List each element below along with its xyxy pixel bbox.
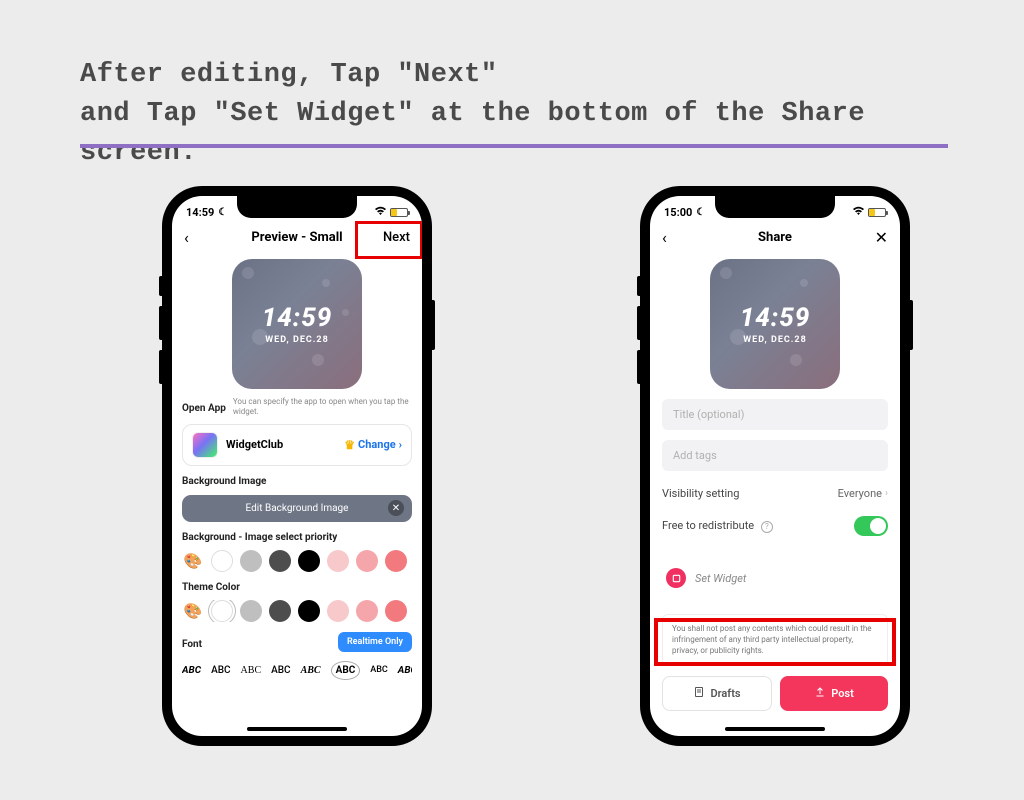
back-button[interactable]: ‹ [662,228,667,247]
help-icon[interactable]: ? [761,521,773,533]
clear-bg-button[interactable]: ✕ [388,500,404,516]
open-app-label: Open App [182,403,226,418]
nav-title: Preview - Small [251,230,342,245]
swatch-white[interactable] [211,600,233,622]
visibility-label: Visibility setting [662,487,739,500]
dnd-moon-icon: ☾ [696,207,705,218]
swatch-black[interactable] [298,550,320,572]
phone-preview: 14:59 ☾ ‹ Preview - Small Next 14:59 [162,186,432,746]
font-sample[interactable]: ABC [271,665,290,676]
drafts-button[interactable]: Drafts [662,676,772,711]
phone-notch [715,196,835,218]
swatch-pink1[interactable] [327,600,349,622]
bg-priority-label: Background - Image select priority [182,532,412,543]
set-widget-label: Set Widget [695,572,746,585]
font-sample[interactable]: ABC [182,665,201,676]
wifi-icon [374,206,387,219]
swatch-black[interactable] [298,600,320,622]
visibility-value: Everyone [838,487,882,500]
redistribute-toggle[interactable] [854,516,888,536]
palette-icon[interactable]: 🎨 [182,602,204,620]
swatch-pink3[interactable] [385,600,407,622]
instruction-heading: After editing, Tap "Next" and Tap "Set W… [80,56,944,173]
swatch-pink3[interactable] [385,550,407,572]
home-indicator[interactable] [725,727,825,731]
open-app-card[interactable]: WidgetClub ♛ Change › [182,424,412,466]
swatch-darkgrey[interactable] [269,600,291,622]
font-sample[interactable]: ABC [301,665,321,676]
font-sample-selected[interactable]: ABC [331,661,361,680]
edit-background-button[interactable]: Edit Background Image ✕ [182,495,412,522]
font-label: Font [182,639,202,650]
phone-side-button-right [432,300,435,350]
font-sample[interactable]: ABC [211,665,230,676]
app-name: WidgetClub [226,438,336,451]
home-indicator[interactable] [247,727,347,731]
drafts-label: Drafts [710,687,740,700]
swatch-white[interactable] [211,550,233,572]
bg-priority-swatches: 🎨 [182,550,412,572]
battery-icon [868,208,886,217]
status-time: 14:59 [186,206,214,219]
set-widget-icon [666,568,686,588]
swatch-lightgrey[interactable] [240,600,262,622]
edit-bg-text: Edit Background Image [246,503,349,514]
phone-side-buttons-left [637,276,640,394]
font-sample[interactable]: ABC [398,665,412,676]
visibility-row[interactable]: Visibility setting Everyone › [662,487,888,500]
title-input[interactable]: Title (optional) [662,399,888,430]
wifi-icon [852,206,865,219]
nav-bar: ‹ Share ✕ [650,222,900,255]
chevron-right-icon: › [399,438,402,451]
tags-input[interactable]: Add tags [662,440,888,471]
phone-notch [237,196,357,218]
post-button[interactable]: Post [780,676,888,711]
widget-bg-texture [232,259,362,389]
font-sample[interactable]: ABC [370,665,388,675]
swatch-darkgrey[interactable] [269,550,291,572]
change-button[interactable]: ♛ Change › [344,438,402,452]
phone-share: 15:00 ☾ ‹ Share ✕ 14:59 WED, DEC.28 [640,186,910,746]
phone-side-button-right [910,300,913,350]
nav-bar: ‹ Preview - Small Next [172,222,422,255]
open-app-desc: You can specify the app to open when you… [233,397,412,418]
set-widget-row[interactable]: Set Widget [662,558,888,598]
next-button[interactable]: Next [383,230,410,245]
theme-color-label: Theme Color [182,582,412,593]
font-samples-row: ABC ABC ABC ABC ABC ABC ABC ABC [182,661,412,680]
theme-color-swatches: 🎨 [182,600,412,622]
battery-icon [390,208,408,217]
redistribute-label: Free to redistribute [662,519,754,532]
redistribute-row: Free to redistribute ? [662,516,888,536]
widget-preview: 14:59 WED, DEC.28 [232,259,362,389]
widget-preview: 14:59 WED, DEC.28 [710,259,840,389]
disclaimer-text: You shall not post any contents which co… [662,614,888,666]
swatch-pink1[interactable] [327,550,349,572]
dnd-moon-icon: ☾ [218,207,227,218]
app-icon [192,432,218,458]
phone-side-buttons-left [159,276,162,394]
widget-bg-texture [710,259,840,389]
swatch-pink2[interactable] [356,600,378,622]
swatch-lightgrey[interactable] [240,550,262,572]
nav-title: Share [758,230,792,245]
chevron-right-icon: › [885,488,888,499]
change-label: Change [358,438,396,451]
bg-image-label: Background Image [182,476,412,487]
heading-line2: and Tap "Set Widget" at the bottom of th… [80,99,865,168]
close-button[interactable]: ✕ [875,228,888,247]
swatch-pink2[interactable] [356,550,378,572]
crown-icon: ♛ [344,438,355,452]
upload-icon [814,686,826,701]
status-time: 15:00 [664,206,692,219]
heading-underline [80,144,948,148]
realtime-only-button[interactable]: Realtime Only [338,632,412,652]
drafts-icon [693,686,705,701]
palette-icon[interactable]: 🎨 [182,552,204,570]
back-button[interactable]: ‹ [184,228,189,247]
post-label: Post [831,687,854,700]
heading-line1: After editing, Tap "Next" [80,60,498,90]
font-sample[interactable]: ABC [241,665,262,676]
